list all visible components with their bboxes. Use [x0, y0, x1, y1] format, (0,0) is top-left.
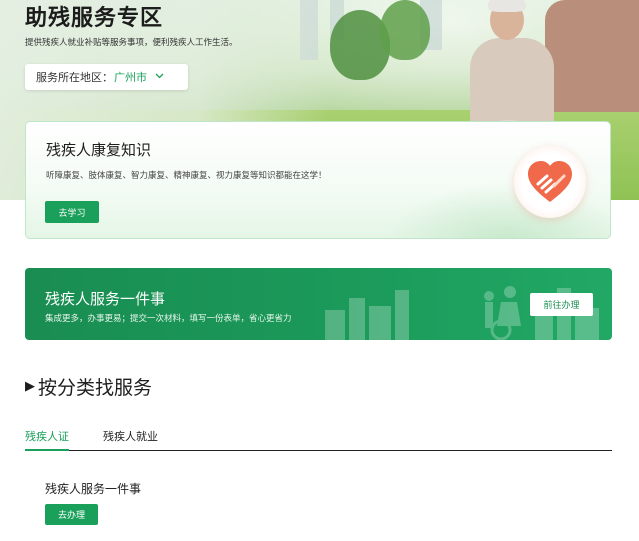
chevron-down-icon [155, 72, 164, 82]
triangle-right-icon: ▶ [25, 379, 35, 394]
page-title: 助残服务专区 [25, 6, 164, 31]
banner-description: 集成更多，办事更易；提交一次材料，填写一份表单，省心更省力 [45, 314, 292, 324]
page-subtitle: 提供残疾人就业补贴等服务事项，便利残疾人工作生活。 [25, 38, 238, 48]
region-value: 广州市 [114, 71, 147, 84]
banner-title: 残疾人服务一件事 [45, 290, 166, 308]
tab-disability-employment[interactable]: 残疾人就业 [103, 428, 158, 449]
category-tabs: 残疾人证 残疾人就业 [25, 428, 612, 451]
learn-button[interactable]: 去学习 [45, 201, 99, 223]
service-item-title: 残疾人服务一件事 [45, 482, 142, 496]
region-selector[interactable]: 服务所在地区： 广州市 [25, 64, 188, 90]
go-handle-button[interactable]: 前往办理 [530, 293, 593, 316]
section-title: ▶ 按分类找服务 [25, 373, 152, 400]
elderly-figure [462, 0, 558, 128]
one-thing-service-banner: 残疾人服务一件事 集成更多，办事更易；提交一次材料，填写一份表单，省心更省力 前… [25, 268, 612, 340]
background-tree [380, 0, 430, 60]
section-title-text: 按分类找服务 [38, 377, 153, 399]
heart-hands-icon [514, 146, 586, 218]
handle-button[interactable]: 去办理 [45, 504, 98, 525]
card-description: 听障康复、肢体康复、智力康复、精神康复、视力康复等知识都能在这学！ [46, 171, 327, 181]
card-title: 残疾人康复知识 [46, 141, 152, 159]
rehab-knowledge-card: 残疾人康复知识 听障康复、肢体康复、智力康复、精神康复、视力康复等知识都能在这学… [25, 121, 611, 239]
region-label: 服务所在地区： [36, 71, 113, 84]
tab-disability-certificate[interactable]: 残疾人证 [25, 428, 69, 451]
